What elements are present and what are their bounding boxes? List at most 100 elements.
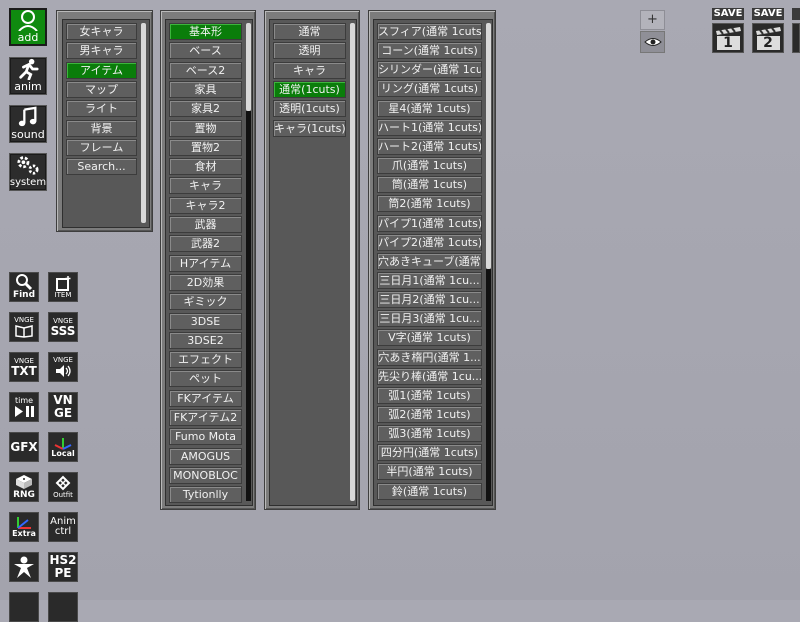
save-slot-3-partial[interactable] [792, 8, 800, 53]
panel2-item[interactable]: Tytionlly [169, 486, 242, 504]
partial-tool-button-1[interactable] [9, 592, 39, 622]
panel4-item[interactable]: 三日月1(通常 1cu... [377, 271, 482, 289]
panel4-item[interactable]: リング(通常 1cuts) [377, 80, 482, 98]
system-button[interactable]: system [9, 153, 47, 191]
panel4-item[interactable]: V字(通常 1cuts) [377, 329, 482, 347]
panel2-item[interactable]: 3DSE [169, 312, 242, 330]
panel4-item[interactable]: 筒(通常 1cuts) [377, 176, 482, 194]
panel2-item[interactable]: 3DSE2 [169, 331, 242, 349]
gfx-button[interactable]: GFX [9, 432, 39, 462]
txt-button[interactable]: VNGE TXT [9, 352, 39, 382]
panel4-item[interactable]: 弧3(通常 1cuts) [377, 425, 482, 443]
panel1-item[interactable]: 背景 [66, 119, 137, 137]
panel1-item[interactable]: 女キャラ [66, 23, 137, 40]
panel4-item[interactable]: シリンダー(通常 1cu... [377, 61, 482, 79]
panel4-item[interactable]: 鈴(通常 1cuts) [377, 482, 482, 500]
panel2-item[interactable]: 基本形 [169, 23, 242, 40]
panel2-item[interactable]: Hアイテム [169, 254, 242, 272]
visibility-toggle[interactable] [640, 31, 665, 53]
hs2pe-button[interactable]: HS2 PE [48, 552, 78, 582]
panel1-item[interactable]: ライト [66, 100, 137, 118]
panel3-item[interactable]: 通常 [273, 23, 346, 40]
time-button[interactable]: time [9, 392, 39, 422]
item-scrollbar-track[interactable] [486, 269, 491, 501]
anim-ctrl-button[interactable]: Anim ctrl [48, 512, 78, 542]
panel3-item[interactable]: 透明 [273, 42, 346, 60]
panel3-item[interactable]: キャラ [273, 61, 346, 79]
category-scrollbar[interactable] [141, 23, 146, 223]
group-scrollbar-thumb[interactable] [246, 23, 251, 111]
panel1-item[interactable]: マップ [66, 80, 137, 98]
vnge-book-button[interactable]: VNGE [9, 312, 39, 342]
outfit-button[interactable]: Outfit [48, 472, 78, 502]
panel4-item[interactable]: 弧1(通常 1cuts) [377, 386, 482, 404]
panel2-item[interactable]: FKアイテム [169, 389, 242, 407]
vnge-speaker-button[interactable]: VNGE [48, 352, 78, 382]
panel2-item[interactable]: ベース2 [169, 61, 242, 79]
panel4-item[interactable]: スフィア(通常 1cuts) [377, 23, 482, 40]
panel4-item[interactable]: パイプ1(通常 1cuts) [377, 214, 482, 232]
panel4-item[interactable]: 穴あき楕円(通常 1... [377, 348, 482, 366]
panel1-item[interactable]: フレーム [66, 138, 137, 156]
panel2-item[interactable]: 家具2 [169, 100, 242, 118]
pose-button[interactable] [9, 552, 39, 582]
panel2-item[interactable]: AMOGUS [169, 447, 242, 465]
panel4-item[interactable]: 四分円(通常 1cuts) [377, 444, 482, 462]
panel2-item[interactable]: FKアイテム2 [169, 409, 242, 426]
subgroup-scrollbar[interactable] [350, 23, 355, 501]
panel2-item[interactable]: 置物2 [169, 138, 242, 156]
panel2-item[interactable]: ベース [169, 42, 242, 60]
panel3-item[interactable]: キャラ(1cuts) [273, 119, 346, 137]
find-button[interactable]: Find [9, 272, 39, 302]
panel2-item[interactable]: ペット [169, 370, 242, 388]
panel3-item[interactable]: 透明(1cuts) [273, 100, 346, 118]
panel2-item[interactable]: 武器 [169, 216, 242, 233]
panel2-item[interactable]: Fumo Mota [169, 428, 242, 446]
panel4-item[interactable]: コーン(通常 1cuts) [377, 42, 482, 60]
panel2-item[interactable]: ギミック [169, 293, 242, 311]
panel4-item[interactable]: パイプ2(通常 1cuts) [377, 233, 482, 251]
category-list[interactable]: 女キャラ男キャラ アイテム マップライト 背景 フレーム Search... [62, 19, 150, 228]
panel2-item[interactable]: 置物 [169, 119, 242, 137]
rng-button[interactable]: RNG [9, 472, 39, 502]
panel4-item[interactable]: 三日月2(通常 1cu... [377, 291, 482, 309]
panel2-item[interactable]: 2D効果 [169, 273, 242, 291]
sound-button[interactable]: sound [9, 105, 47, 143]
anim-button[interactable]: anim [9, 57, 47, 95]
panel2-item[interactable]: 家具 [169, 80, 242, 98]
subgroup-list[interactable]: 通常透明 キャラ 通常(1cuts) 透明(1cuts) キャラ(1cuts) [269, 19, 357, 506]
panel2-item[interactable]: エフェクト [169, 351, 242, 369]
save-slot-1[interactable]: SAVE 1 [712, 8, 744, 53]
panel4-item[interactable]: 筒2(通常 1cuts) [377, 195, 482, 213]
panel1-item[interactable]: Search... [66, 158, 137, 176]
vnge-button[interactable]: VN GE [48, 392, 78, 422]
partial-tool-button-2[interactable] [48, 592, 78, 622]
item-list[interactable]: スフィア(通常 1cuts) コーン(通常 1cuts) シリンダー(通常 1cu.… [373, 19, 493, 506]
add-view-button[interactable]: + [640, 10, 665, 30]
panel2-item[interactable]: 食材 [169, 158, 242, 176]
panel2-item[interactable]: MONOBLOC [169, 466, 242, 484]
panel1-item[interactable]: 男キャラ [66, 42, 137, 60]
panel2-item[interactable]: 武器2 [169, 235, 242, 253]
panel4-item[interactable]: 先尖り棒(通常 1cu... [377, 367, 482, 385]
panel4-item[interactable]: 弧2(通常 1cuts) [377, 406, 482, 423]
panel4-item[interactable]: 半円(通常 1cuts) [377, 463, 482, 481]
save-slot-2[interactable]: SAVE 2 [752, 8, 784, 53]
panel4-item[interactable]: ハート1(通常 1cuts) [377, 118, 482, 136]
panel2-item[interactable]: キャラ2 [169, 196, 242, 214]
panel3-item[interactable]: 通常(1cuts) [273, 80, 346, 98]
group-list[interactable]: 基本形ベース ベース2 家具家具2 置物 置物2 食材 キャラ キャラ2 武器武器2 Hアイテム 2… [165, 19, 253, 506]
panel4-item[interactable]: ハート2(通常 1cuts) [377, 137, 482, 155]
sss-button[interactable]: VNGE SSS [48, 312, 78, 342]
add-button[interactable]: add [9, 8, 47, 46]
panel4-item[interactable]: 穴あきキューブ(通常 ... [377, 252, 482, 270]
panel4-item[interactable]: 星4(通常 1cuts) [377, 99, 482, 117]
group-scrollbar-track[interactable] [246, 111, 251, 501]
item-button[interactable]: ITEM [48, 272, 78, 302]
panel2-item[interactable]: キャラ [169, 177, 242, 195]
item-scrollbar-thumb[interactable] [486, 23, 491, 269]
panel4-item[interactable]: 三日月3(通常 1cu... [377, 310, 482, 328]
local-button[interactable]: Local [48, 432, 78, 462]
panel4-item[interactable]: 爪(通常 1cuts) [377, 157, 482, 175]
panel1-item[interactable]: アイテム [66, 61, 137, 79]
